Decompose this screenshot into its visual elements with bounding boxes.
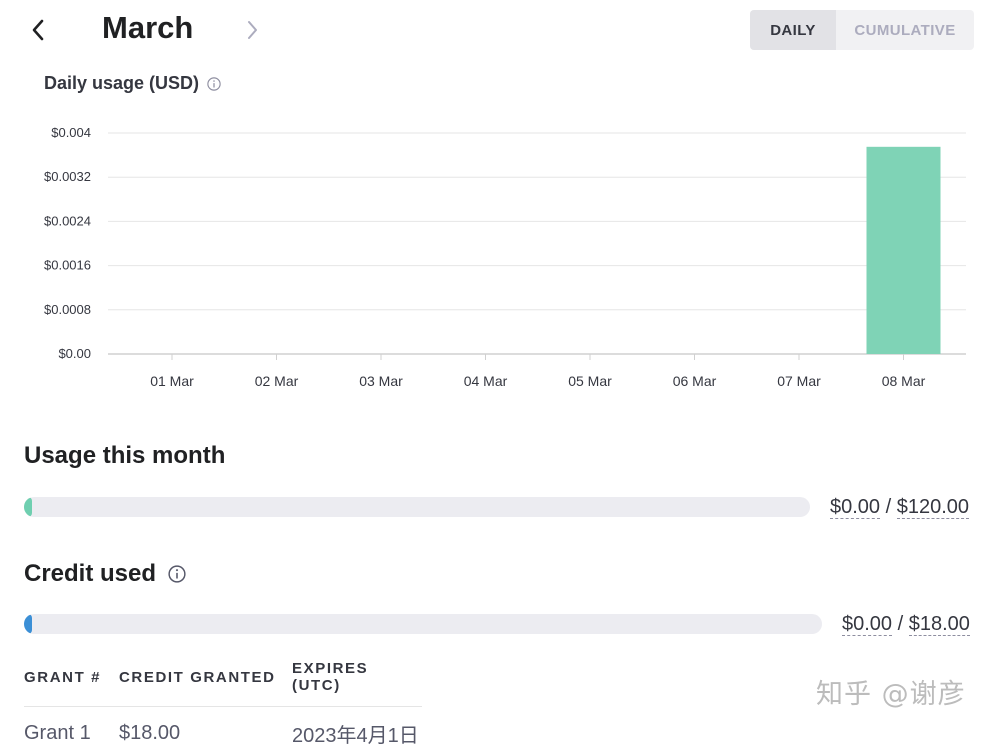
- chevron-right-icon: [246, 20, 258, 40]
- y-tick-label: $0.00: [58, 346, 91, 361]
- y-tick-label: $0.0008: [44, 302, 91, 317]
- column-header-credit-granted: CREDIT GRANTED: [119, 656, 292, 707]
- column-header-grant: GRANT #: [24, 656, 119, 707]
- bar-08-mar: [867, 147, 941, 354]
- credit-section-title: Credit used: [24, 560, 186, 588]
- credit-used-value[interactable]: $0.00: [842, 613, 892, 636]
- usage-amount: $0.00 / $120.00: [830, 496, 969, 519]
- y-tick-label: $0.0032: [44, 169, 91, 184]
- next-month-button[interactable]: [234, 12, 270, 48]
- grant-cell: Grant 1: [24, 707, 119, 756]
- chart-title: Daily usage (USD): [44, 73, 221, 94]
- y-tick-label: $0.0016: [44, 258, 91, 273]
- credit-granted-cell: $18.00: [119, 707, 292, 756]
- daily-usage-chart: $0.00 $0.0008 $0.0016 $0.0024 $0.0032 $0.004 0…: [0, 110, 1000, 400]
- x-tick-label: 05 Mar: [568, 373, 612, 389]
- chevron-left-icon: [31, 19, 45, 41]
- x-tick-label: 06 Mar: [673, 373, 717, 389]
- page-header: March DAILY CUMULATIVE: [0, 0, 1000, 62]
- usage-used-value[interactable]: $0.00: [830, 496, 880, 519]
- grants-header-row: GRANT # CREDIT GRANTED EXPIRES (UTC): [24, 656, 422, 707]
- credit-separator: /: [898, 613, 904, 635]
- x-tick-label: 03 Mar: [359, 373, 403, 389]
- usage-progress-fill: [24, 497, 32, 517]
- credit-progress-fill: [24, 614, 32, 634]
- info-icon[interactable]: [168, 565, 186, 583]
- credit-total-value[interactable]: $18.00: [909, 613, 970, 636]
- usage-section-title: Usage this month: [24, 442, 225, 470]
- chart-mode-toggle: DAILY CUMULATIVE: [750, 10, 974, 50]
- cumulative-toggle-button[interactable]: CUMULATIVE: [836, 10, 974, 50]
- month-title: March: [102, 10, 193, 46]
- x-tick-label: 08 Mar: [882, 373, 926, 389]
- credit-amount: $0.00 / $18.00: [842, 613, 970, 636]
- previous-month-button[interactable]: [20, 12, 56, 48]
- expires-cell: 2023年4月1日: [292, 707, 422, 756]
- chart-title-text: Daily usage (USD): [44, 73, 199, 94]
- x-tick-label: 04 Mar: [464, 373, 508, 389]
- usage-separator: /: [886, 496, 892, 518]
- x-tick-label: 07 Mar: [777, 373, 821, 389]
- x-tick-label: 01 Mar: [150, 373, 194, 389]
- grants-table: GRANT # CREDIT GRANTED EXPIRES (UTC) Gra…: [24, 656, 422, 756]
- table-row: Grant 1 $18.00 2023年4月1日: [24, 707, 422, 756]
- x-tick-label: 02 Mar: [255, 373, 299, 389]
- credit-title-text: Credit used: [24, 560, 156, 588]
- watermark: 知乎 @谢彦: [816, 672, 966, 711]
- credit-progress-bar: [24, 614, 822, 634]
- usage-limit-value[interactable]: $120.00: [897, 496, 969, 519]
- usage-progress-bar: [24, 497, 810, 517]
- y-tick-label: $0.0024: [44, 213, 91, 228]
- column-header-expires: EXPIRES (UTC): [292, 656, 422, 707]
- y-tick-label: $0.004: [51, 125, 91, 140]
- info-icon[interactable]: [207, 77, 221, 91]
- daily-toggle-button[interactable]: DAILY: [750, 10, 836, 50]
